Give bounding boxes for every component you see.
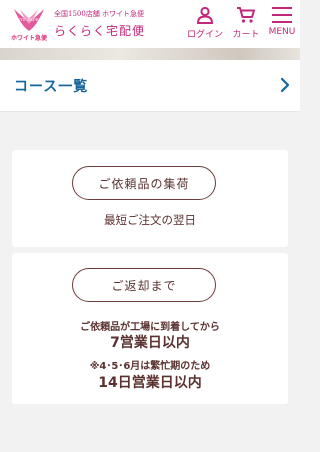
return-condition: ご依頼品が工場に到着してから xyxy=(80,322,220,333)
busy-season-note: ※4･5･6月は繁忙期のため xyxy=(89,361,211,372)
site-header: WHITE EXPRESS ホワイト急便 全国1500店舗 ホワイト急便 らくら… xyxy=(0,0,300,48)
logo-text: ホワイト急便 xyxy=(10,35,47,42)
chevron-right-icon xyxy=(280,77,290,93)
hamburger-menu-icon xyxy=(272,7,292,23)
course-list-title: コース一覧 xyxy=(14,79,89,95)
login-label: ログイン xyxy=(186,30,223,40)
svg-text:WHITE EXPRESS: WHITE EXPRESS xyxy=(12,17,46,22)
busy-season-period: 14日営業日以内 xyxy=(98,375,202,391)
pickup-card: ご依頼品の集荷 最短ご注文の翌日 xyxy=(12,150,288,247)
cart-icon xyxy=(237,7,255,23)
logo[interactable]: WHITE EXPRESS ホワイト急便 xyxy=(8,8,50,42)
brand-title: らくらく宅配便 xyxy=(54,24,146,38)
cart-button[interactable]: カート xyxy=(230,6,262,40)
menu-button[interactable]: MENU xyxy=(266,6,298,37)
cart-label: カート xyxy=(232,30,260,40)
pickup-button[interactable]: ご依頼品の集荷 xyxy=(72,166,216,200)
return-card: ご返却まで ご依頼品が工場に到着してから 7営業日以内 ※4･5･6月は繁忙期の… xyxy=(12,253,288,404)
login-button[interactable]: ログイン xyxy=(186,6,224,40)
course-list-link[interactable]: コース一覧 xyxy=(0,60,300,112)
menu-label: MENU xyxy=(268,27,296,37)
user-icon xyxy=(196,6,214,24)
pickup-description: 最短ご注文の翌日 xyxy=(104,213,196,227)
hero-image-strip xyxy=(0,48,300,60)
return-period: 7営業日以内 xyxy=(110,335,190,351)
return-button[interactable]: ご返却まで xyxy=(72,268,216,302)
logo-icon: WHITE EXPRESS xyxy=(12,9,46,31)
brand: 全国1500店舗 ホワイト急便 らくらく宅配便 xyxy=(54,9,145,39)
brand-subtitle: 全国1500店舗 ホワイト急便 xyxy=(54,10,145,18)
